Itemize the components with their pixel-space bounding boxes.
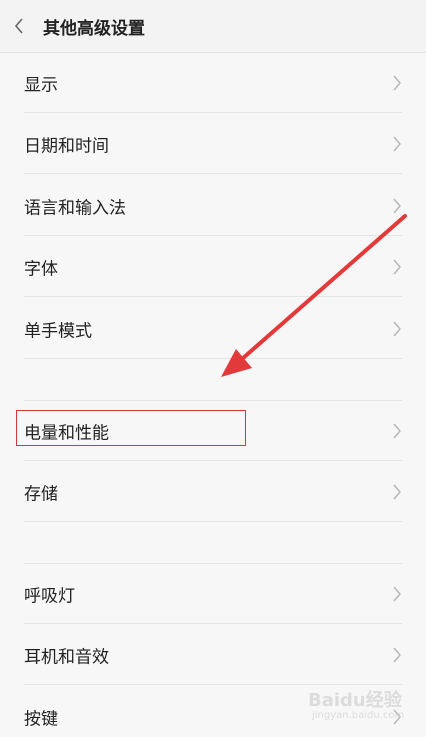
chevron-right-icon — [393, 423, 401, 438]
chevron-right-icon — [393, 647, 401, 662]
highlight-box — [16, 410, 246, 446]
divider — [24, 296, 402, 297]
settings-screen: 其他高级设置 显示 日期和时间 语言和输入法 字体 单手模式 电量和性能 存储 — [0, 0, 426, 737]
watermark-url: jingyan.baidu.com — [312, 710, 405, 721]
watermark-logo: Baidu经验 jingyan.baidu.com — [308, 680, 418, 730]
settings-item-label: 存储 — [24, 484, 58, 504]
settings-item-label: 字体 — [24, 259, 58, 279]
settings-item-font[interactable]: 字体 — [0, 236, 426, 297]
settings-item-date-time[interactable]: 日期和时间 — [0, 113, 426, 174]
settings-item-label: 耳机和音效 — [24, 647, 109, 667]
chevron-right-icon — [393, 586, 401, 601]
divider — [24, 521, 402, 522]
chevron-left-icon — [14, 18, 23, 34]
divider — [24, 173, 402, 174]
chevron-right-icon — [393, 75, 401, 90]
page-title: 其他高级设置 — [43, 19, 145, 39]
settings-item-breathing-light[interactable]: 呼吸灯 — [0, 563, 426, 624]
settings-item-label: 显示 — [24, 75, 58, 95]
chevron-right-icon — [393, 198, 401, 213]
back-button[interactable] — [8, 8, 38, 44]
settings-item-label: 语言和输入法 — [24, 198, 126, 218]
settings-item-label: 呼吸灯 — [24, 586, 75, 606]
settings-item-display[interactable]: 显示 — [0, 52, 426, 113]
divider — [24, 358, 402, 359]
top-bar: 其他高级设置 — [0, 0, 426, 53]
chevron-right-icon — [393, 136, 401, 151]
chevron-right-icon — [393, 259, 401, 274]
settings-item-language-input[interactable]: 语言和输入法 — [0, 175, 426, 236]
settings-item-storage[interactable]: 存储 — [0, 461, 426, 522]
settings-item-one-hand-mode[interactable]: 单手模式 — [0, 298, 426, 359]
chevron-right-icon — [393, 321, 401, 336]
settings-item-label: 日期和时间 — [24, 136, 109, 156]
watermark-text: Baidu经验 — [308, 690, 402, 711]
settings-item-headphones-audio[interactable]: 耳机和音效 — [0, 624, 426, 685]
settings-item-label: 按键 — [24, 709, 58, 729]
settings-item-label: 单手模式 — [24, 321, 92, 341]
chevron-right-icon — [393, 484, 401, 499]
